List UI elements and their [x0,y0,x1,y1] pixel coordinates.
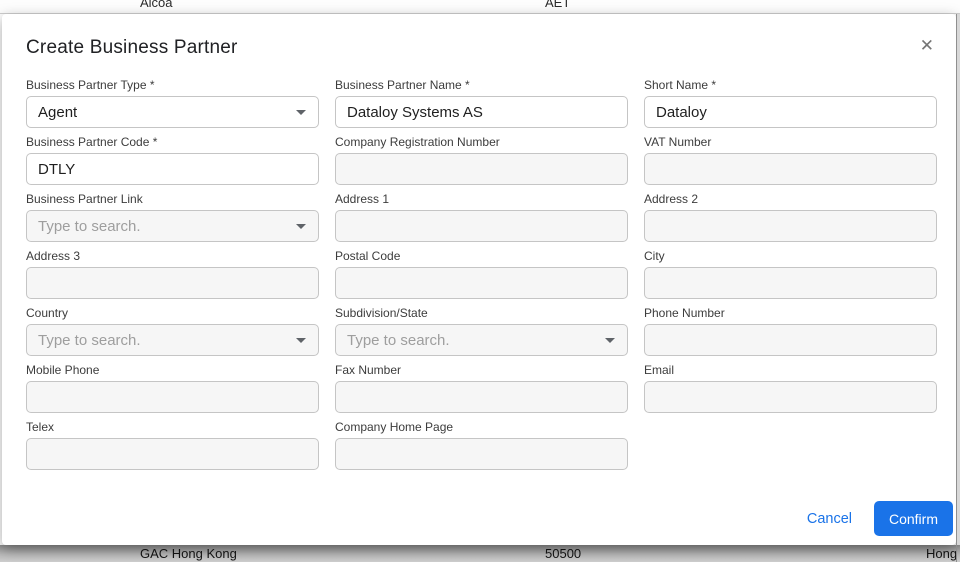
field-fax-number: Fax Number [335,363,628,413]
input-telex[interactable] [26,438,319,470]
chevron-down-icon [296,224,306,229]
background-table-row-bottom: GAC Hong Kong 50500 Hong K [0,545,960,562]
field-value: Agent [38,104,77,121]
input-city[interactable] [644,267,937,299]
background-cell: Hong K [926,546,960,561]
input-company-home-page[interactable] [335,438,628,470]
input-fax-number[interactable] [335,381,628,413]
field-label: Company Home Page [335,420,628,434]
dialog-title: Create Business Partner [26,36,238,59]
field-country: Country Type to search. [26,306,319,356]
field-value: Type to search. [38,218,141,235]
select-subdivision-state[interactable]: Type to search. [335,324,628,356]
field-label: Telex [26,420,319,434]
field-label: Email [644,363,937,377]
input-short-name[interactable]: Dataloy [644,96,937,128]
field-label: Subdivision/State [335,306,628,320]
field-email: Email [644,363,937,413]
field-label: City [644,249,937,263]
field-address-3: Address 3 [26,249,319,299]
input-business-partner-code[interactable]: DTLY [26,153,319,185]
dialog-header: Create Business Partner ✕ [2,14,956,59]
input-company-registration-number[interactable] [335,153,628,185]
input-mobile-phone[interactable] [26,381,319,413]
input-address-2[interactable] [644,210,937,242]
close-icon[interactable]: ✕ [916,36,938,56]
field-label: Fax Number [335,363,628,377]
field-business-partner-name: Business Partner Name * Dataloy Systems … [335,78,628,128]
field-address-1: Address 1 [335,192,628,242]
field-business-partner-type: Business Partner Type * Agent [26,78,319,128]
field-label: Short Name * [644,78,937,92]
field-label: Phone Number [644,306,937,320]
field-value: Type to search. [347,332,450,349]
field-label: Business Partner Name * [335,78,628,92]
field-company-home-page: Company Home Page [335,420,628,470]
background-table-row-top: Alcoa AET [0,0,960,14]
select-business-partner-type[interactable]: Agent [26,96,319,128]
input-vat-number[interactable] [644,153,937,185]
select-country[interactable]: Type to search. [26,324,319,356]
chevron-down-icon [296,338,306,343]
form-grid: Business Partner Type * Agent Business P… [26,78,956,470]
field-business-partner-link: Business Partner Link Type to search. [26,192,319,242]
field-label: Company Registration Number [335,135,628,149]
field-vat-number: VAT Number [644,135,937,185]
confirm-button[interactable]: Confirm [874,501,953,536]
field-label: VAT Number [644,135,937,149]
field-value: Type to search. [38,332,141,349]
input-address-3[interactable] [26,267,319,299]
field-company-registration-number: Company Registration Number [335,135,628,185]
field-value: Dataloy Systems AS [347,104,483,121]
input-postal-code[interactable] [335,267,628,299]
field-subdivision-state: Subdivision/State Type to search. [335,306,628,356]
field-label: Address 2 [644,192,937,206]
field-label: Address 1 [335,192,628,206]
field-label: Mobile Phone [26,363,319,377]
field-value: DTLY [38,161,75,178]
field-label: Country [26,306,319,320]
create-business-partner-dialog: Create Business Partner ✕ Business Partn… [2,14,956,545]
input-email[interactable] [644,381,937,413]
field-label: Address 3 [26,249,319,263]
field-value: Dataloy [656,104,707,121]
field-label: Business Partner Link [26,192,319,206]
field-telex: Telex [26,420,319,470]
field-city: City [644,249,937,299]
field-address-2: Address 2 [644,192,937,242]
field-mobile-phone: Mobile Phone [26,363,319,413]
field-label: Postal Code [335,249,628,263]
background-cell: AET [545,0,570,10]
cancel-button[interactable]: Cancel [805,507,854,531]
select-business-partner-link[interactable]: Type to search. [26,210,319,242]
chevron-down-icon [605,338,615,343]
background-cell: GAC Hong Kong [140,546,237,561]
input-business-partner-name[interactable]: Dataloy Systems AS [335,96,628,128]
field-phone-number: Phone Number [644,306,937,356]
field-business-partner-code: Business Partner Code * DTLY [26,135,319,185]
field-short-name: Short Name * Dataloy [644,78,937,128]
dialog-footer: Cancel Confirm [805,501,953,536]
field-postal-code: Postal Code [335,249,628,299]
input-phone-number[interactable] [644,324,937,356]
field-label: Business Partner Code * [26,135,319,149]
field-label: Business Partner Type * [26,78,319,92]
background-cell: Alcoa [140,0,173,10]
input-address-1[interactable] [335,210,628,242]
window-right-edge [956,14,957,562]
background-cell: 50500 [545,546,581,561]
chevron-down-icon [296,110,306,115]
